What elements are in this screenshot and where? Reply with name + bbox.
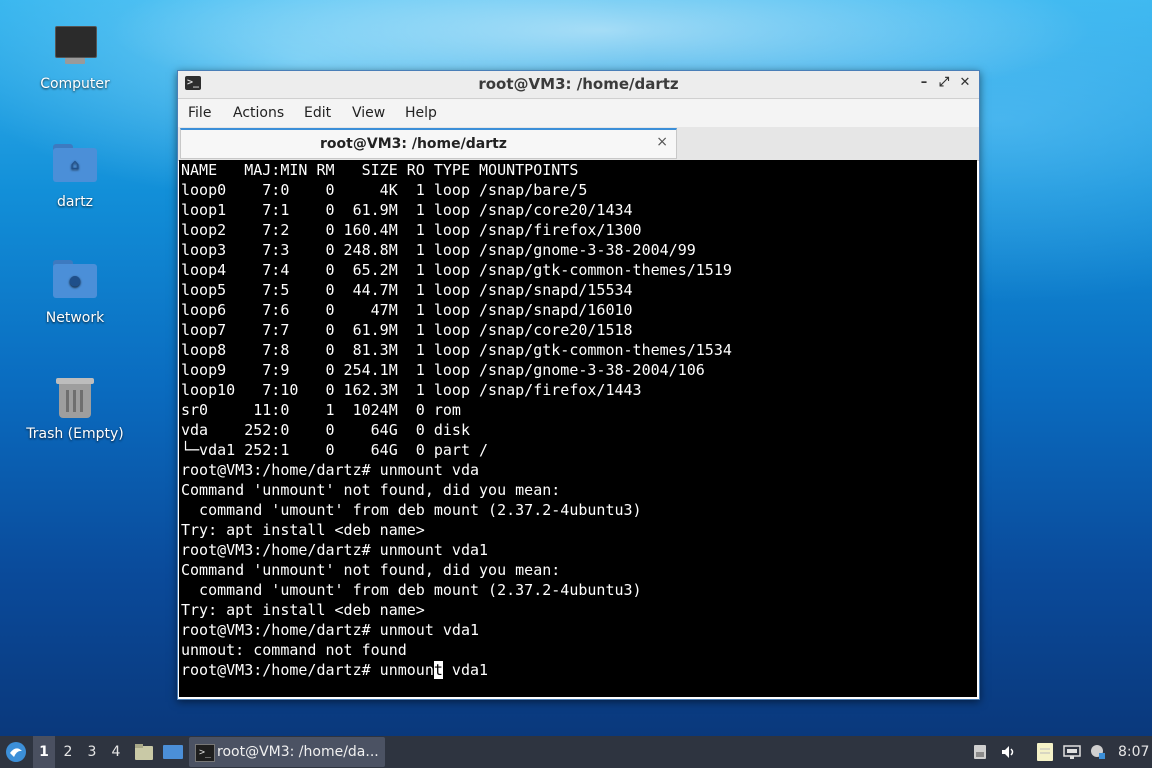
window-title: root@VM3: /home/dartz — [478, 75, 679, 93]
volume-icon[interactable] — [1000, 744, 1016, 760]
network-folder-icon: ● — [51, 256, 99, 304]
terminal-line: loop3 7:3 0 248.8M 1 loop /snap/gnome-3-… — [181, 241, 696, 259]
menu-help[interactable]: Help — [405, 105, 437, 121]
terminal-line: command 'umount' from deb mount (2.37.2-… — [181, 501, 642, 519]
tab-bar: root@VM3: /home/dartz × — [178, 127, 979, 161]
desktop-icon-computer[interactable]: Computer — [20, 22, 130, 92]
desktop-icon — [163, 745, 183, 759]
terminal-line: loop8 7:8 0 81.3M 1 loop /snap/gtk-commo… — [181, 341, 732, 359]
workspace-1[interactable]: 1 — [33, 736, 55, 768]
terminal-line: command 'umount' from deb mount (2.37.2-… — [181, 581, 642, 599]
terminal-line: Try: apt install <deb name> — [181, 601, 425, 619]
terminal-line: Command 'unmount' not found, did you mea… — [181, 561, 561, 579]
prompt-text: root@VM3:/home/dartz# unmoun — [181, 661, 434, 679]
close-button[interactable]: ✕ — [956, 74, 974, 92]
terminal-line: root@VM3:/home/dartz# unmount vda — [181, 461, 480, 479]
window-titlebar[interactable]: >_ root@VM3: /home/dartz – ⤢ ✕ — [178, 71, 979, 99]
desktop-icon-trash[interactable]: Trash (Empty) — [20, 372, 130, 442]
terminal-line: loop5 7:5 0 44.7M 1 loop /snap/snapd/155… — [181, 281, 633, 299]
desktop-icon-network[interactable]: ● Network — [20, 256, 130, 326]
terminal-line: root@VM3:/home/dartz# unmount vda1 — [181, 541, 489, 559]
workspace-3[interactable]: 3 — [81, 736, 103, 768]
terminal-task-icon: >_ — [195, 744, 215, 762]
terminal-prompt-line: root@VM3:/home/dartz# unmount vda1 — [179, 660, 977, 680]
terminal-line: └─vda1 252:1 0 64G 0 part / — [181, 441, 489, 459]
terminal-line: loop2 7:2 0 160.4M 1 loop /snap/firefox/… — [181, 221, 642, 239]
taskbar: 1 2 3 4 >_ root@VM3: /home/da... 8:07 — [0, 736, 1152, 768]
terminal-line: loop7 7:7 0 61.9M 1 loop /snap/core20/15… — [181, 321, 633, 339]
file-manager-icon — [135, 744, 153, 760]
minimize-button[interactable]: – — [915, 74, 933, 92]
desktop-icon-home-folder[interactable]: ⌂ dartz — [20, 140, 130, 210]
terminal-line: loop9 7:9 0 254.1M 1 loop /snap/gnome-3-… — [181, 361, 705, 379]
terminal-line: sr0 11:0 1 1024M 0 rom — [181, 401, 461, 419]
tab-terminal[interactable]: root@VM3: /home/dartz × — [180, 128, 677, 159]
terminal-window: >_ root@VM3: /home/dartz – ⤢ ✕ File Acti… — [177, 70, 980, 700]
home-folder-icon: ⌂ — [51, 140, 99, 188]
show-desktop-button[interactable] — [162, 736, 184, 768]
terminal-line: loop10 7:10 0 162.3M 1 loop /snap/firefo… — [181, 381, 642, 399]
terminal-line: loop4 7:4 0 65.2M 1 loop /snap/gtk-commo… — [181, 261, 732, 279]
terminal-line: Command 'unmount' not found, did you mea… — [181, 481, 561, 499]
computer-icon — [51, 22, 99, 70]
prompt-text-after-cursor: vda1 — [442, 661, 489, 679]
task-label: root@VM3: /home/da... — [217, 744, 379, 760]
menu-actions[interactable]: Actions — [233, 105, 284, 121]
terminal-line: vda 252:0 0 64G 0 disk — [181, 421, 470, 439]
updates-icon[interactable] — [1090, 744, 1106, 760]
clock[interactable]: 8:07 — [1118, 736, 1150, 768]
terminal-line: NAME MAJ:MIN RM SIZE RO TYPE MOUNTPOINTS — [181, 161, 579, 179]
desktop-icon-label: Computer — [40, 76, 110, 92]
notes-icon[interactable] — [1036, 742, 1054, 762]
menubar: File Actions Edit View Help — [178, 99, 979, 127]
terminal-line: loop1 7:1 0 61.9M 1 loop /snap/core20/14… — [181, 201, 633, 219]
desktop-icon-label: Network — [45, 310, 105, 326]
menu-view[interactable]: View — [352, 105, 385, 121]
trash-icon — [51, 372, 99, 420]
file-manager-launcher[interactable] — [134, 736, 154, 768]
terminal-output[interactable]: NAME MAJ:MIN RM SIZE RO TYPE MOUNTPOINTS… — [179, 160, 977, 697]
terminal-line: Try: apt install <deb name> — [181, 521, 425, 539]
tab-close-icon[interactable]: × — [656, 134, 668, 150]
terminal-lines: NAME MAJ:MIN RM SIZE RO TYPE MOUNTPOINTS… — [179, 160, 977, 660]
workspace-2[interactable]: 2 — [57, 736, 79, 768]
terminal-line: loop0 7:0 0 4K 1 loop /snap/bare/5 — [181, 181, 588, 199]
text-cursor: t — [433, 661, 443, 679]
desktop-icon-label: Trash (Empty) — [26, 426, 124, 442]
clipboard-icon[interactable] — [972, 744, 988, 760]
terminal-line: loop6 7:6 0 47M 1 loop /snap/snapd/16010 — [181, 301, 633, 319]
network-status-icon[interactable] — [1063, 744, 1081, 760]
terminal-line: root@VM3:/home/dartz# unmout vda1 — [181, 621, 480, 639]
menu-file[interactable]: File — [188, 105, 211, 121]
menu-edit[interactable]: Edit — [304, 105, 331, 121]
taskbar-task-terminal[interactable]: >_ root@VM3: /home/da... — [189, 737, 385, 767]
desktop-icon-label: dartz — [56, 194, 94, 210]
maximize-button[interactable]: ⤢ — [935, 74, 953, 92]
tab-title: root@VM3: /home/dartz — [320, 136, 507, 152]
terminal-line: unmout: command not found — [181, 641, 407, 659]
start-menu-button[interactable] — [4, 736, 28, 768]
workspace-4[interactable]: 4 — [105, 736, 127, 768]
app-menu-icon — [6, 742, 26, 762]
